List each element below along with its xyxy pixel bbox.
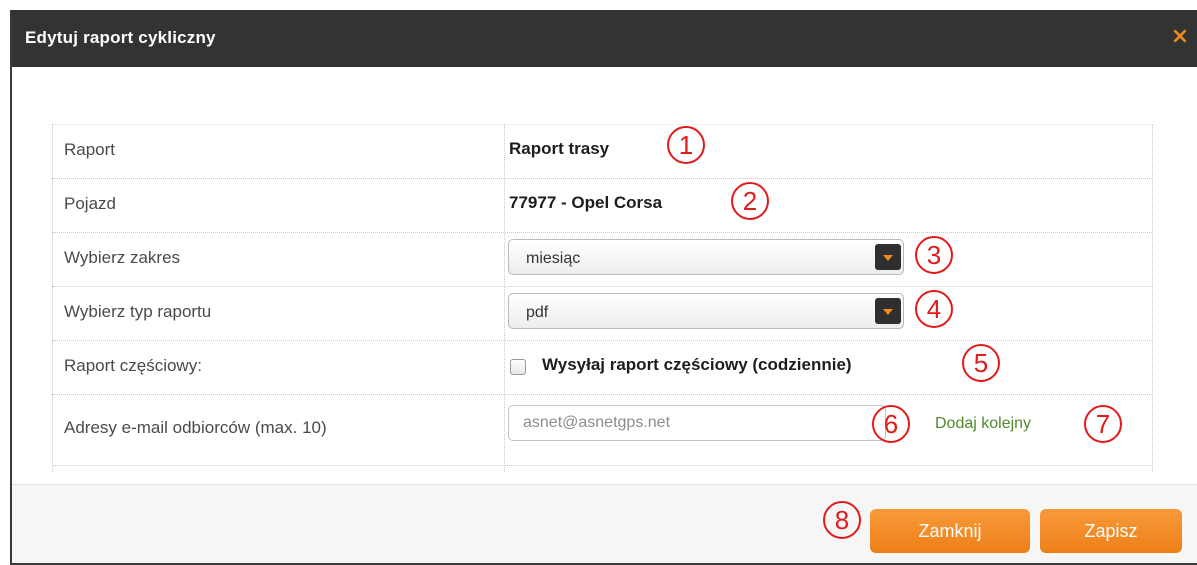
- table-border-right: [1152, 124, 1153, 472]
- report-value: Raport trasy: [509, 139, 610, 158]
- report-form: Raport Raport trasy Pojazd 77977 - Opel …: [52, 124, 1152, 466]
- annotation-marker-5: 5: [962, 344, 1000, 382]
- vehicle-value: 77977 - Opel Corsa: [509, 193, 663, 212]
- emails-label: Adresy e-mail odbiorców (max. 10): [64, 418, 327, 437]
- form-row-report: Raport Raport trasy: [52, 124, 1152, 179]
- close-icon[interactable]: ×: [1169, 24, 1191, 50]
- form-row-vehicle: Pojazd 77977 - Opel Corsa: [52, 179, 1152, 233]
- vehicle-label: Pojazd: [64, 194, 116, 213]
- partial-report-label: Raport częściowy:: [64, 356, 202, 375]
- edit-cyclic-report-dialog: Edytuj raport cykliczny × Raport Raport …: [10, 10, 1197, 565]
- range-label: Wybierz zakres: [64, 248, 181, 267]
- save-button[interactable]: Zapisz: [1040, 509, 1182, 553]
- report-type-select-value: pdf: [526, 304, 549, 321]
- annotation-marker-3: 3: [915, 236, 953, 274]
- annotation-marker-6: 6: [872, 405, 910, 443]
- chevron-down-icon[interactable]: [875, 244, 901, 270]
- report-type-label: Wybierz typ raportu: [64, 302, 212, 321]
- dialog-footer: Zamknij Zapisz: [12, 484, 1197, 563]
- report-label: Raport: [64, 140, 116, 159]
- dialog-title: Edytuj raport cykliczny: [25, 28, 216, 47]
- annotation-marker-7: 7: [1084, 405, 1122, 443]
- form-row-emails: Adresy e-mail odbiorców (max. 10) Dodaj …: [52, 395, 1152, 466]
- add-email-link[interactable]: Dodaj kolejny: [935, 415, 1031, 433]
- annotation-marker-1: 1: [667, 126, 705, 164]
- partial-report-checkbox[interactable]: [510, 359, 526, 375]
- range-select-value: miesiąc: [526, 250, 581, 267]
- partial-report-checkbox-label[interactable]: Wysyłaj raport częściowy (codziennie): [542, 355, 852, 375]
- annotation-marker-4: 4: [915, 290, 953, 328]
- range-select[interactable]: miesiąc: [508, 239, 904, 275]
- form-row-range: Wybierz zakres miesiąc: [52, 233, 1152, 287]
- email-input[interactable]: [508, 405, 886, 441]
- close-button[interactable]: Zamknij: [870, 509, 1030, 553]
- annotation-marker-8: 8: [823, 501, 861, 539]
- report-type-select[interactable]: pdf: [508, 293, 904, 329]
- form-row-report-type: Wybierz typ raportu pdf: [52, 287, 1152, 341]
- dialog-titlebar: Edytuj raport cykliczny ×: [12, 10, 1197, 67]
- chevron-down-icon[interactable]: [875, 298, 901, 324]
- annotation-marker-2: 2: [731, 182, 769, 220]
